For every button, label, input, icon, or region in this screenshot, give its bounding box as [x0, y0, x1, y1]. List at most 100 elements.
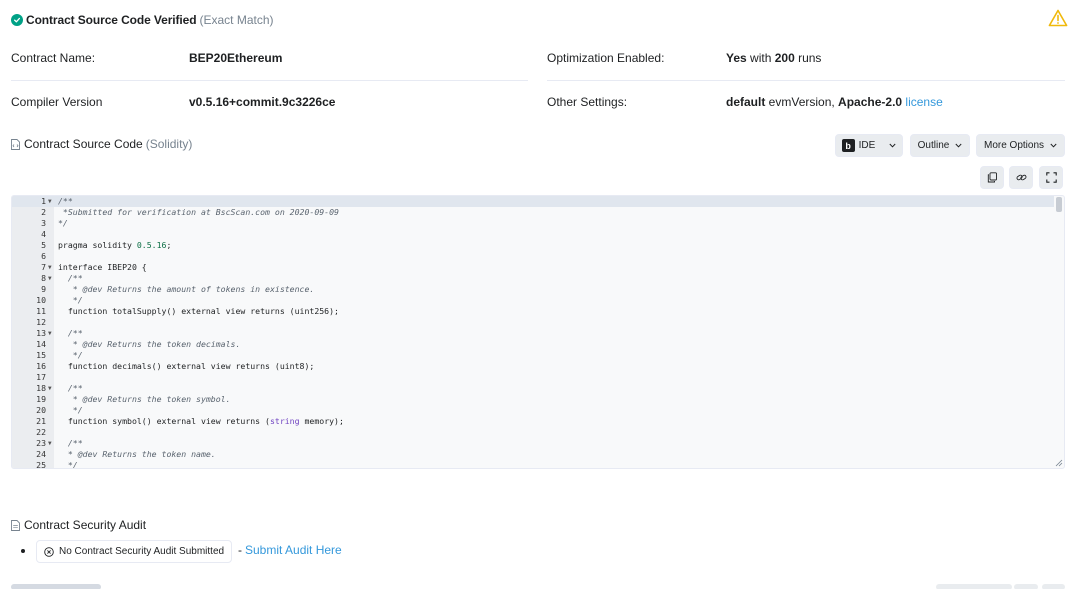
bscscan-logo-icon: b	[841, 139, 855, 152]
code-line: 18 ▼ /**	[12, 383, 1054, 394]
code-line: 12	[12, 317, 1054, 328]
more-options-dropdown-button[interactable]: More Options	[976, 134, 1065, 157]
chevron-down-icon	[955, 143, 962, 148]
code-lines[interactable]: 1 ▼/** 2 *Submitted for verification at Bs…	[12, 196, 1054, 469]
copy-button[interactable]	[980, 166, 1004, 189]
contract-name-label: Contract Name:	[11, 51, 96, 65]
source-code-heading: Contract Source Code (Solidity)	[11, 137, 192, 151]
contract-name-value: BEP20Ethereum	[189, 51, 283, 65]
fold-toggle-icon[interactable]: ▼	[48, 196, 52, 207]
next-section-button[interactable]	[936, 584, 1012, 589]
verified-banner: Contract Source Code Verified (Exact Mat…	[11, 11, 274, 29]
line-number: 20	[36, 405, 46, 415]
divider	[11, 80, 528, 81]
code-text: */	[58, 405, 83, 415]
code-line: 5 pragma solidity 0.5.16;	[12, 240, 1054, 251]
line-number: 24	[36, 449, 46, 459]
code-text: */	[58, 218, 68, 228]
divider	[547, 80, 1065, 81]
code-text: */	[58, 295, 83, 305]
line-number: 16	[36, 361, 46, 371]
code-text: /**	[58, 328, 83, 338]
link-icon	[1016, 174, 1026, 181]
fold-toggle-icon[interactable]: ▼	[48, 438, 52, 449]
line-number: 8	[41, 273, 46, 283]
fold-toggle-icon[interactable]: ▼	[48, 262, 52, 273]
code-line: 11 function totalSupply() external view …	[12, 306, 1054, 317]
fold-toggle-icon[interactable]: ▼	[48, 273, 52, 284]
code-text: function decimals() external view return…	[58, 361, 315, 371]
code-line: 4	[12, 229, 1054, 240]
code-line: 24 * @dev Returns the token name.	[12, 449, 1054, 460]
code-line: 3 */	[12, 218, 1054, 229]
check-circle-icon	[11, 14, 23, 26]
code-text: * @dev Returns the token name.	[58, 449, 216, 459]
line-number: 15	[36, 350, 46, 360]
optimization-label: Optimization Enabled:	[547, 51, 665, 65]
code-text: *Submitted for verification at BscScan.c…	[58, 207, 339, 217]
line-number: 11	[36, 306, 46, 316]
code-line: 2 *Submitted for verification at BscScan…	[12, 207, 1054, 218]
chevron-down-icon	[889, 143, 896, 148]
line-number: 22	[36, 427, 46, 437]
compiler-version: v0.5.16+commit.9c3226ce	[189, 95, 336, 109]
file-code-icon	[11, 138, 20, 150]
code-text: /**	[58, 438, 83, 448]
code-line: 16 function decimals() external view ret…	[12, 361, 1054, 372]
fold-toggle-icon[interactable]: ▼	[48, 383, 52, 394]
line-number: 5	[41, 240, 46, 250]
code-line: 14 * @dev Returns the token decimals.	[12, 339, 1054, 350]
code-text: * @dev Returns the token decimals.	[58, 339, 241, 349]
code-text: function symbol() external view returns …	[58, 416, 344, 426]
expand-icon	[1045, 172, 1057, 183]
code-line: 1 ▼ /**	[12, 196, 1054, 207]
audit-heading: Contract Security Audit	[11, 518, 146, 532]
code-text: */	[58, 460, 78, 469]
code-line: 19 * @dev Returns the token symbol.	[12, 394, 1054, 405]
fold-toggle-icon[interactable]: ▼	[48, 328, 52, 339]
next-section-heading	[11, 584, 101, 589]
line-number: 17	[36, 372, 46, 382]
next-section-icon-button[interactable]	[1014, 584, 1038, 589]
line-number: 3	[41, 218, 46, 228]
code-line: 20 */	[12, 405, 1054, 416]
code-line: 9 * @dev Returns the amount of tokens in…	[12, 284, 1054, 295]
code-line: 10 */	[12, 295, 1054, 306]
code-text: interface IBEP20 {	[58, 262, 147, 272]
ide-dropdown-button[interactable]: b IDE	[835, 134, 903, 157]
code-line: 23 ▼ /**	[12, 438, 1054, 449]
line-number: 1	[41, 196, 46, 206]
source-code-editor[interactable]: 1 ▼/** 2 *Submitted for verification at Bs…	[11, 195, 1065, 469]
line-number: 21	[36, 416, 46, 426]
code-line: 13 ▼ /**	[12, 328, 1054, 339]
copy-icon	[987, 172, 997, 183]
line-number: 4	[41, 229, 46, 239]
audit-status-badge: No Contract Security Audit Submitted	[36, 540, 233, 563]
code-text: /**	[58, 273, 83, 283]
resize-handle-icon[interactable]	[1055, 459, 1063, 467]
line-number: 19	[36, 394, 46, 404]
code-line: 7 ▼ interface IBEP20 {	[12, 262, 1054, 273]
line-number: 2	[41, 207, 46, 217]
outline-dropdown-button[interactable]: Outline	[910, 134, 970, 157]
line-number: 14	[36, 339, 46, 349]
line-number: 18	[36, 383, 46, 393]
warning-triangle-icon[interactable]	[1048, 9, 1068, 27]
list-bullet	[21, 549, 25, 553]
permalink-button[interactable]	[1009, 166, 1033, 189]
code-text: /**	[58, 196, 73, 206]
verified-title: Contract Source Code Verified	[26, 13, 197, 27]
line-number: 6	[41, 251, 46, 261]
code-text: pragma solidity 0.5.16;	[58, 240, 172, 250]
line-number: 25	[36, 460, 46, 469]
editor-scrollbar[interactable]	[1056, 197, 1062, 212]
code-line: 22	[12, 427, 1054, 438]
other-settings-label: Other Settings:	[547, 95, 628, 109]
code-line: 17	[12, 372, 1054, 383]
submit-audit-link[interactable]: Submit Audit Here	[245, 543, 342, 557]
license-link[interactable]: license	[905, 95, 942, 109]
fullscreen-button[interactable]	[1039, 166, 1063, 189]
next-section-icon-button[interactable]	[1042, 584, 1065, 589]
code-line: 15 */	[12, 350, 1054, 361]
line-number: 13	[36, 328, 46, 338]
